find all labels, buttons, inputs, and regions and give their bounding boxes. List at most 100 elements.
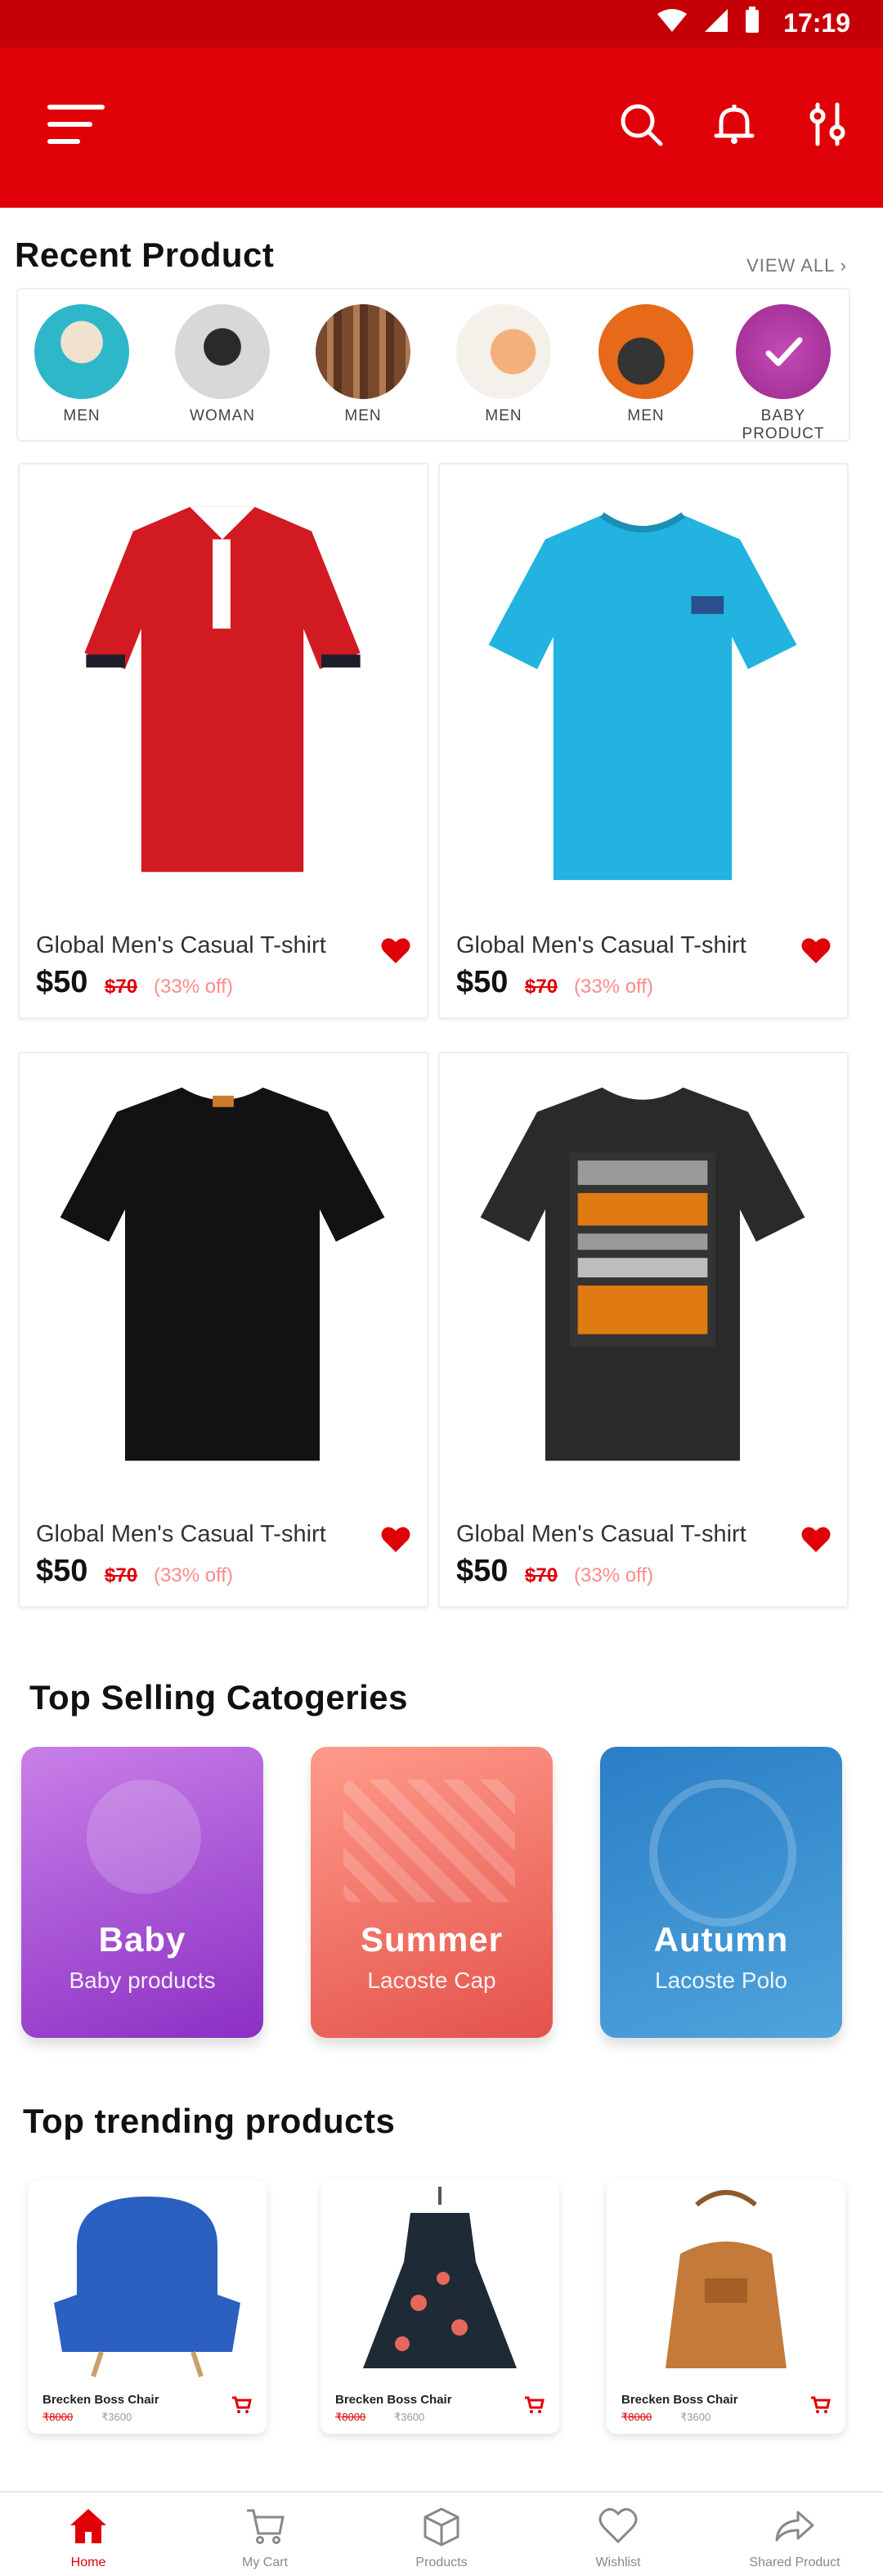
category-image (87, 1779, 201, 1894)
product-old-price: $70 (105, 1564, 138, 1586)
product-price: $50 (36, 965, 88, 999)
status-bar: 17:19 (0, 0, 883, 47)
nav-label: My Cart (242, 2556, 288, 2569)
product-card[interactable]: Global Men's Casual T-shirt $50 $70 (33%… (18, 463, 428, 1019)
product-image (60, 1087, 385, 1461)
category-card-baby[interactable]: Baby Baby products (21, 1747, 263, 2038)
product-old-price: $70 (105, 976, 138, 998)
bell-icon[interactable] (711, 101, 757, 147)
trending-title: Top trending products (23, 2102, 396, 2140)
trending-image (363, 2187, 517, 2368)
heart-icon[interactable] (800, 934, 832, 967)
cart-icon[interactable] (523, 2394, 545, 2416)
nav-label: Products (415, 2556, 468, 2569)
cart-icon[interactable] (231, 2394, 252, 2416)
recent-item[interactable]: MEN (589, 304, 703, 425)
recent-product-strip: MEN WOMAN MEN MEN MEN BABY PRODUCT (16, 288, 850, 442)
product-discount: (33% off) (574, 976, 653, 998)
product-image (84, 506, 361, 873)
product-price: $50 (456, 965, 509, 999)
heart-icon[interactable] (800, 1523, 832, 1555)
category-card-autumn[interactable]: Autumn Lacoste Polo (600, 1747, 842, 2038)
category-title: Summer (360, 1920, 504, 1959)
product-discount: (33% off) (154, 1564, 233, 1586)
recent-product-title: Recent Product (15, 236, 275, 274)
share-icon (775, 2511, 814, 2542)
chevron-right-icon: › (840, 255, 847, 276)
product-name: Global Men's Casual T-shirt (456, 932, 746, 958)
check-icon (765, 337, 803, 366)
heart-icon[interactable] (379, 1523, 412, 1555)
recent-item[interactable]: MEN (25, 304, 139, 425)
recent-item-image (175, 304, 270, 399)
category-title: Autumn (653, 1920, 789, 1959)
product-card[interactable]: Global Men's Casual T-shirt $50 $70 (33%… (438, 1052, 849, 1608)
nav-cart[interactable]: My Cart (177, 2493, 353, 2576)
recent-item[interactable]: WOMAN (165, 304, 280, 425)
nav-home[interactable]: Home (0, 2493, 177, 2576)
trending-name: Brecken Boss Chair (43, 2393, 159, 2407)
trending-card[interactable]: Brecken Boss Chair ₹8000 ₹3600 (320, 2180, 559, 2434)
product-price: $50 (456, 1554, 509, 1588)
bottom-nav: Home My Cart Products Wishlist Shared Pr… (0, 2491, 883, 2576)
product-old-price: $70 (525, 976, 558, 998)
search-icon[interactable] (618, 101, 664, 147)
view-all-link[interactable]: VIEW ALL › (746, 255, 847, 276)
box-icon (424, 2507, 459, 2547)
signal-icon (705, 9, 728, 32)
recent-item-label: MEN (485, 407, 522, 424)
product-name: Global Men's Casual T-shirt (36, 932, 326, 958)
recent-item-image (736, 304, 831, 399)
recent-item[interactable]: BABY PRODUCT (726, 304, 840, 443)
category-subtitle: Lacoste Cap (367, 1968, 496, 1993)
product-discount: (33% off) (154, 976, 233, 998)
nav-shared-product[interactable]: Shared Product (706, 2493, 883, 2576)
product-old-price: $70 (525, 1564, 558, 1586)
nav-wishlist[interactable]: Wishlist (530, 2493, 706, 2576)
category-title: Baby (98, 1920, 186, 1959)
recent-item[interactable]: MEN (446, 304, 561, 425)
trending-old-price: ₹8000 (335, 2411, 366, 2423)
filter-icon[interactable] (805, 101, 850, 147)
cart-icon (247, 2509, 285, 2544)
menu-icon[interactable] (47, 105, 105, 146)
recent-item-label: MEN (63, 407, 101, 424)
product-image (488, 512, 797, 881)
nav-label: Shared Product (749, 2556, 840, 2569)
category-image (343, 1779, 515, 1902)
trending-card[interactable]: Brecken Boss Chair ₹8000 ₹3600 (607, 2180, 845, 2434)
recent-item-image (34, 304, 129, 399)
product-discount: (33% off) (574, 1564, 653, 1586)
trending-price: ₹3600 (101, 2411, 132, 2423)
trending-old-price: ₹8000 (621, 2411, 652, 2423)
category-subtitle: Baby products (69, 1968, 216, 1993)
product-card[interactable]: Global Men's Casual T-shirt $50 $70 (33%… (18, 1052, 428, 1608)
trending-price: ₹3600 (394, 2411, 425, 2423)
trending-name: Brecken Boss Chair (621, 2393, 738, 2407)
product-image (480, 1087, 805, 1461)
trending-image (666, 2190, 787, 2368)
product-name: Global Men's Casual T-shirt (456, 1521, 746, 1547)
recent-item[interactable]: MEN (306, 304, 420, 425)
nav-products[interactable]: Products (353, 2493, 530, 2576)
recent-item-label: BABY PRODUCT (742, 407, 825, 442)
wifi-icon (657, 9, 687, 32)
status-icons (656, 7, 760, 34)
trending-card[interactable]: Brecken Boss Chair ₹8000 ₹3600 (28, 2180, 267, 2434)
recent-item-image (598, 304, 693, 399)
trending-image (54, 2197, 240, 2377)
trending-name: Brecken Boss Chair (335, 2393, 452, 2407)
category-card-summer[interactable]: Summer Lacoste Cap (311, 1747, 553, 2038)
category-subtitle: Lacoste Polo (655, 1968, 787, 1993)
cart-icon[interactable] (809, 2394, 831, 2416)
recent-item-label: MEN (627, 407, 665, 424)
nav-label: Wishlist (595, 2556, 641, 2569)
product-card[interactable]: Global Men's Casual T-shirt $50 $70 (33%… (438, 463, 849, 1019)
heart-icon[interactable] (379, 934, 412, 967)
product-name: Global Men's Casual T-shirt (36, 1521, 326, 1547)
product-price: $50 (36, 1554, 88, 1588)
home-icon (70, 2509, 106, 2543)
recent-item-label: MEN (344, 407, 382, 424)
view-all-label: VIEW ALL (746, 255, 835, 276)
status-time: 17:19 (783, 8, 850, 38)
